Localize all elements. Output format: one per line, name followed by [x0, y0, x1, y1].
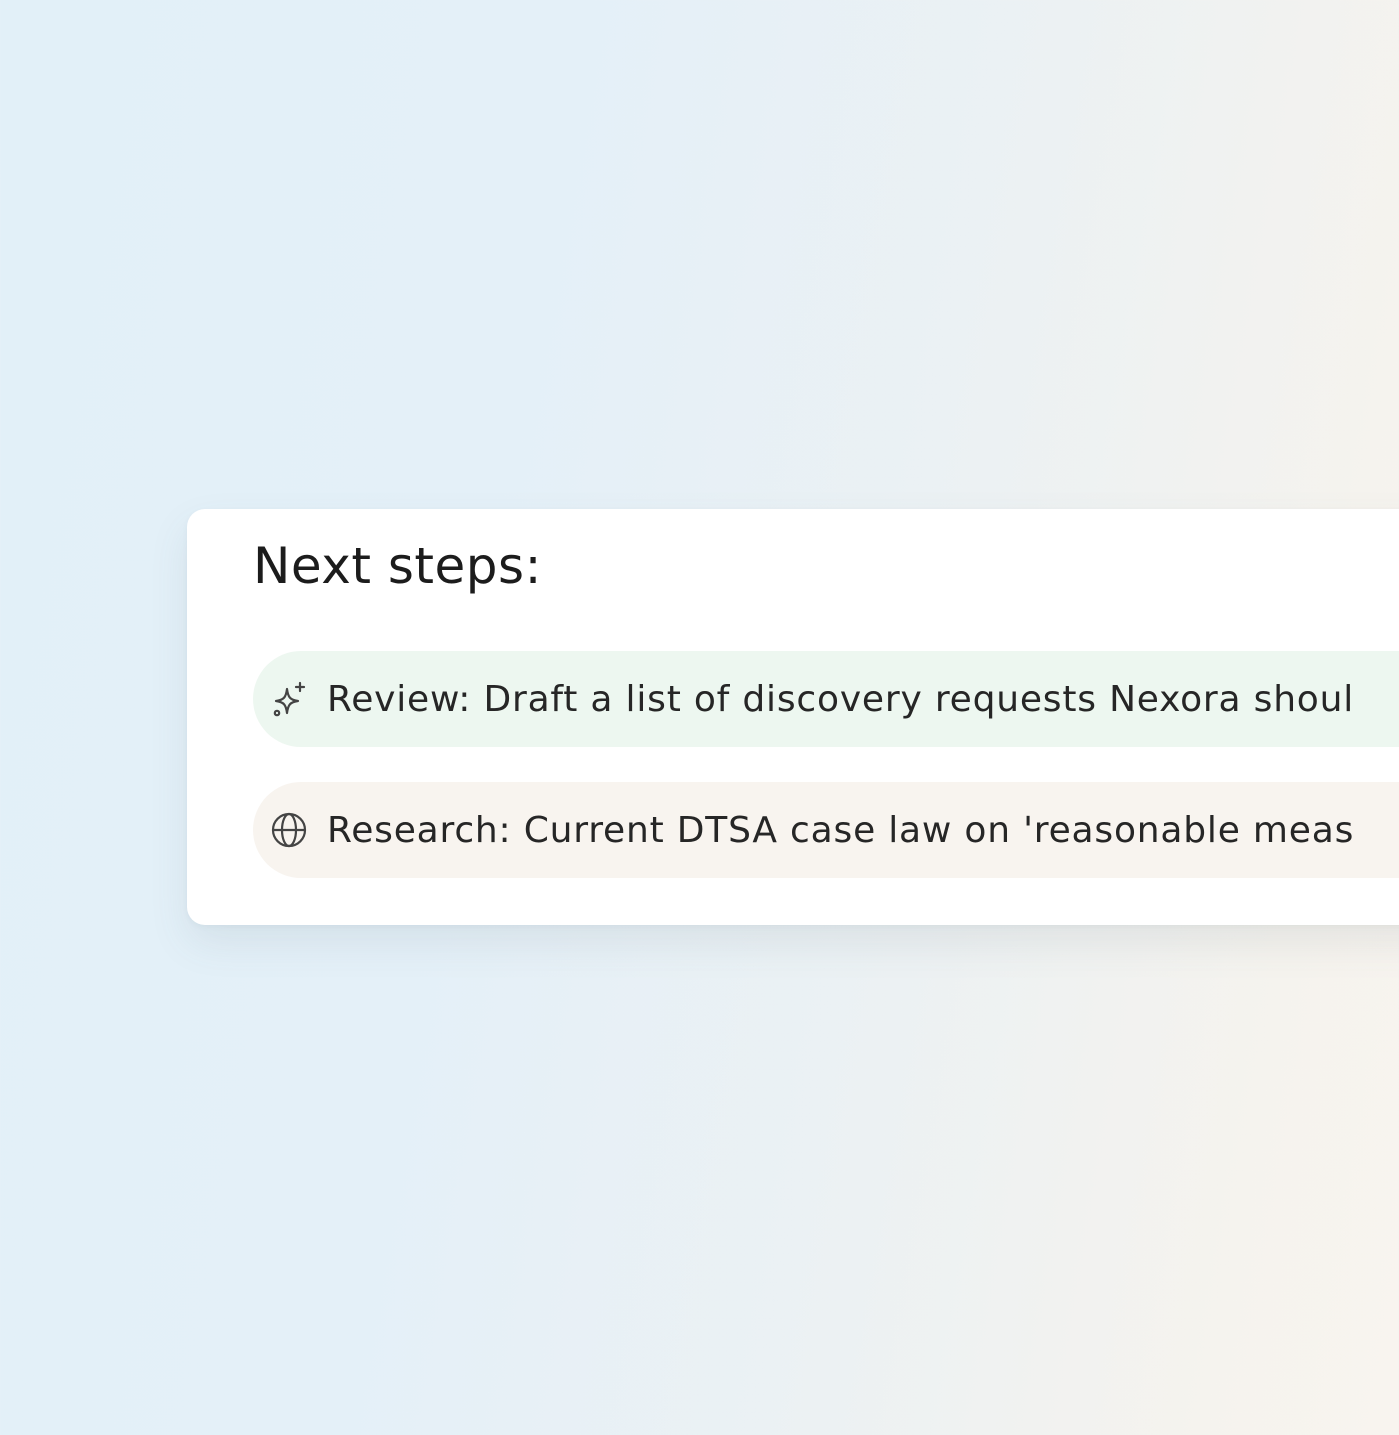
- next-step-research[interactable]: Research: Current DTSA case law on 'reas…: [253, 782, 1399, 878]
- next-steps-title: Next steps:: [253, 537, 542, 595]
- globe-icon: [269, 810, 309, 850]
- next-step-review[interactable]: Review: Draft a list of discovery reques…: [253, 651, 1399, 747]
- next-step-research-text: Research: Current DTSA case law on 'reas…: [327, 809, 1355, 851]
- next-steps-card: Next steps: Review: Draft a list of disc…: [187, 509, 1399, 925]
- next-steps-card-clip: Next steps: Review: Draft a list of disc…: [187, 509, 1399, 925]
- next-step-review-text: Review: Draft a list of discovery reques…: [327, 678, 1355, 720]
- sparkle-icon: [269, 679, 309, 719]
